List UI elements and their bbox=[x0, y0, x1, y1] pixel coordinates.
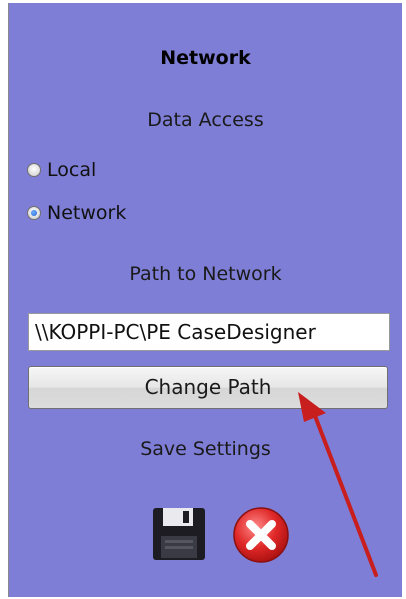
panel-title: Network bbox=[160, 47, 251, 69]
radio-local[interactable]: Local bbox=[27, 158, 96, 182]
cancel-button[interactable] bbox=[231, 504, 291, 564]
save-button[interactable] bbox=[149, 504, 209, 564]
floppy-disk-icon bbox=[153, 508, 205, 560]
change-path-button[interactable]: Change Path bbox=[28, 366, 388, 409]
radio-network[interactable]: Network bbox=[27, 201, 126, 225]
radio-local-label: Local bbox=[47, 159, 97, 181]
radio-network-label: Network bbox=[47, 202, 127, 224]
network-path-field[interactable]: \\KOPPI-PC\PE CaseDesigner bbox=[28, 313, 390, 351]
red-x-icon bbox=[233, 507, 289, 563]
save-settings-label: Save Settings bbox=[140, 438, 271, 460]
path-to-network-label: Path to Network bbox=[129, 263, 282, 285]
radio-network-indicator[interactable] bbox=[27, 206, 41, 220]
data-access-label: Data Access bbox=[147, 109, 264, 131]
radio-local-indicator[interactable] bbox=[27, 163, 41, 177]
network-settings-panel: Network Data Access Local Network Path t… bbox=[8, 3, 402, 597]
